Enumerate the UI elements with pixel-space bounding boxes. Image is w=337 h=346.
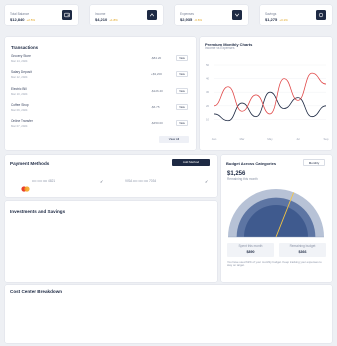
- cost-center-title: Cost Center Breakdown: [10, 289, 63, 294]
- kpi-card-savings: Savings $1,275 +3.1%: [260, 5, 332, 25]
- kpi-card-expenses: Expenses $2,935 -0.6%: [175, 5, 248, 25]
- kpi-change: +2.5%: [26, 18, 36, 22]
- cashflow-line-chart: 50 40 30 20 10 Jan Mar May Jul Sep: [206, 63, 329, 141]
- card-number-1[interactable]: •••• •••• •••• 4821: [32, 179, 55, 184]
- transactions-title: Transactions: [11, 45, 39, 50]
- cost-center-card: Cost Center Breakdown: [5, 285, 332, 343]
- x-tick-label: Sep: [324, 137, 329, 141]
- expense-icon[interactable]: [232, 10, 242, 20]
- budget-card: Budget Across Categories Monthly $1,256 …: [221, 155, 332, 282]
- transaction-row[interactable]: Electric Bill Mar 10, 2024 -$126.40 View: [11, 87, 189, 98]
- kpi-label: Total Balance: [10, 12, 30, 16]
- transaction-date: Mar 12, 2024: [11, 74, 28, 79]
- budget-note: You have used 62% of your monthly budget…: [227, 260, 322, 268]
- stat-value: $890: [246, 250, 255, 254]
- investments-card: Investments and Savings: [5, 201, 217, 282]
- transaction-date: Mar 07, 2024: [11, 123, 28, 128]
- transaction-row[interactable]: Grocery Store Mar 14, 2024 -$84.20 View: [11, 54, 189, 65]
- y-tick-label: 10: [206, 117, 210, 121]
- budget-stat-spent: Spent this month $890: [227, 243, 274, 257]
- transaction-amount: -$6.75: [151, 105, 160, 109]
- payment-title: Payment Methods: [10, 161, 50, 166]
- transaction-amount: -$84.20: [151, 56, 162, 60]
- stat-label: Spent this month: [238, 244, 263, 248]
- stat-label: Remaining budget: [289, 244, 316, 248]
- kpi-label: Expenses: [180, 12, 194, 16]
- view-all-button[interactable]: View All: [159, 136, 189, 143]
- x-tick-label: May: [267, 137, 273, 141]
- x-tick-label: Jan: [212, 137, 217, 141]
- transaction-amount: +$3,200: [151, 72, 162, 76]
- transaction-date: Mar 10, 2024: [11, 91, 28, 96]
- mastercard-icon: [21, 179, 30, 192]
- y-tick-label: 50: [206, 63, 210, 67]
- series-line-1: [213, 72, 327, 115]
- transaction-view-button[interactable]: View: [176, 54, 188, 61]
- transaction-row[interactable]: Coffee Shop Mar 09, 2024 -$6.75 View: [11, 103, 189, 114]
- kpi-change: +3.1%: [279, 18, 288, 22]
- transaction-view-button[interactable]: View: [176, 103, 188, 110]
- kpi-label: Income: [95, 12, 106, 16]
- transaction-view-button[interactable]: View: [176, 119, 188, 126]
- transaction-amount: -$126.40: [151, 89, 163, 93]
- wallet-icon[interactable]: [62, 10, 72, 20]
- budget-stat-remaining: Remaining budget $366: [279, 243, 326, 257]
- kpi-value: $1,275 +3.1%: [265, 17, 288, 22]
- cashflow-chart-card: Premium Monthly Charts Income vs Expense…: [200, 37, 332, 150]
- transaction-name: Grocery Store: [11, 54, 31, 58]
- transaction-name: Coffee Shop: [11, 103, 29, 107]
- transaction-date: Mar 09, 2024: [11, 107, 28, 112]
- card-1-check-icon[interactable]: ✓: [100, 179, 103, 184]
- transaction-name: Salary Deposit: [11, 70, 32, 74]
- add-method-button[interactable]: Add Method: [172, 159, 210, 166]
- transaction-amount: -$450.00: [151, 121, 163, 125]
- transaction-row[interactable]: Salary Deposit Mar 12, 2024 +$3,200 View: [11, 70, 189, 81]
- kpi-change: -0.6%: [194, 18, 203, 22]
- kpi-label: Savings: [265, 12, 277, 16]
- kpi-card-income: Income $4,210 +1.8%: [90, 5, 163, 25]
- transaction-view-button[interactable]: View: [176, 70, 188, 77]
- transaction-view-button[interactable]: View: [176, 87, 188, 94]
- kpi-card-balance: Total Balance $12,840 +2.5%: [5, 5, 78, 25]
- transaction-date: Mar 14, 2024: [11, 58, 28, 63]
- piggy-bank-icon[interactable]: [316, 10, 326, 20]
- x-tick-label: Mar: [240, 137, 245, 141]
- transaction-name: Electric Bill: [11, 87, 27, 91]
- card-2-check-icon[interactable]: ✓: [205, 179, 208, 184]
- y-tick-label: 20: [206, 104, 210, 108]
- kpi-value: $2,935 -0.6%: [180, 17, 203, 22]
- stat-value: $366: [298, 250, 307, 254]
- transactions-card: Transactions Grocery Store Mar 14, 2024 …: [5, 37, 196, 150]
- transaction-name: Online Transfer: [11, 119, 33, 123]
- investments-title: Investments and Savings: [10, 209, 66, 214]
- x-tick-label: Jul: [296, 137, 300, 141]
- income-icon[interactable]: [147, 10, 157, 20]
- y-tick-label: 30: [206, 90, 210, 94]
- card-number-2[interactable]: VISA •••• •••• •••• 7034: [125, 179, 156, 184]
- kpi-value: $12,840 +2.5%: [10, 17, 36, 22]
- kpi-change: +1.8%: [109, 18, 118, 22]
- series-line-0: [213, 91, 327, 122]
- payment-methods-card: Payment Methods Add Method •••• •••• •••…: [5, 155, 217, 197]
- transaction-row[interactable]: Online Transfer Mar 07, 2024 -$450.00 Vi…: [11, 119, 189, 130]
- y-tick-label: 40: [206, 77, 210, 81]
- kpi-value: $4,210 +1.8%: [95, 17, 118, 22]
